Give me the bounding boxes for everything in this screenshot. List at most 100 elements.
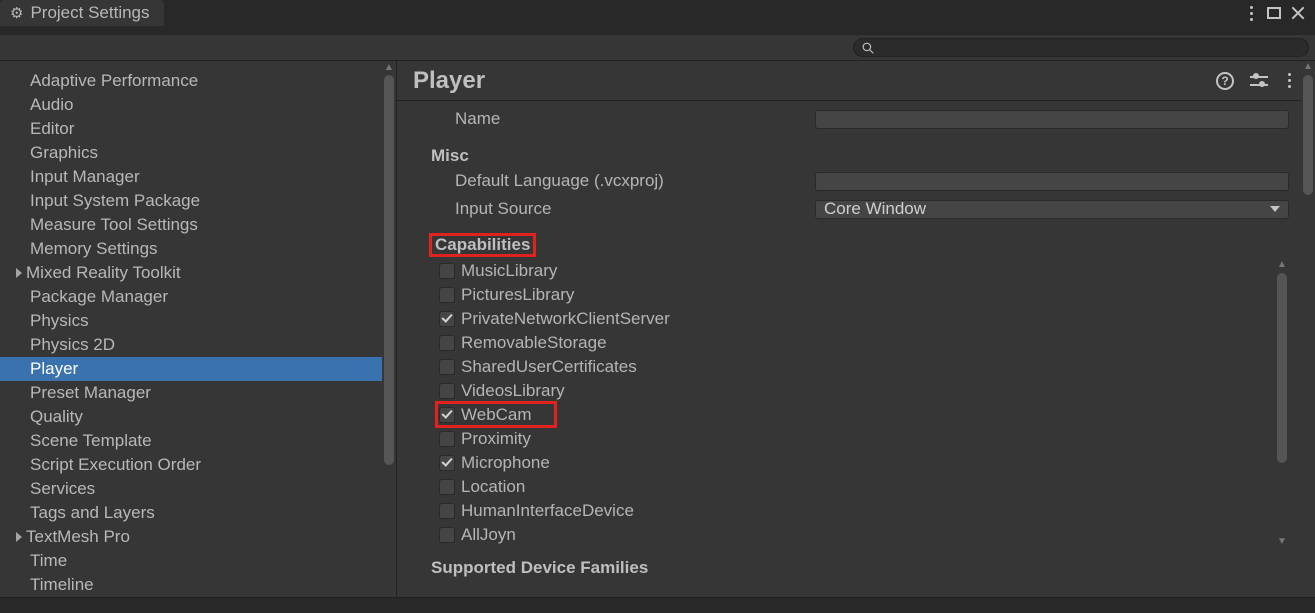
titlebar: ⚙ Project Settings — [0, 0, 1315, 34]
input-source-select[interactable]: Core Window — [815, 200, 1289, 219]
capability-checkbox[interactable] — [439, 479, 455, 495]
sidebar-scroll-thumb[interactable] — [384, 75, 394, 465]
sidebar-item-package-manager[interactable]: Package Manager — [0, 285, 396, 309]
sidebar-item-label: Mixed Reality Toolkit — [26, 263, 181, 282]
capability-label: HumanInterfaceDevice — [461, 501, 634, 521]
capability-label: VideosLibrary — [461, 381, 565, 401]
sidebar-item-tags-and-layers[interactable]: Tags and Layers — [0, 501, 396, 525]
gear-icon: ⚙ — [10, 6, 23, 21]
sidebar-item-input-system-package[interactable]: Input System Package — [0, 189, 396, 213]
sidebar-item-label: Audio — [30, 95, 73, 114]
capability-location: Location — [439, 475, 1289, 499]
capabilities-scroll-thumb[interactable] — [1277, 273, 1287, 463]
sidebar-item-graphics[interactable]: Graphics — [0, 141, 396, 165]
sidebar-item-label: Graphics — [30, 143, 98, 162]
sidebar-item-editor[interactable]: Editor — [0, 117, 396, 141]
capability-humaninterfacedevice: HumanInterfaceDevice — [439, 499, 1289, 523]
kebab-menu-icon[interactable] — [1246, 2, 1257, 25]
sidebar-item-label: Script Execution Order — [30, 455, 201, 474]
sidebar-item-mixed-reality-toolkit[interactable]: Mixed Reality Toolkit — [0, 261, 396, 285]
sidebar-item-adaptive-performance[interactable]: Adaptive Performance — [0, 69, 396, 93]
name-label: Name — [455, 109, 805, 129]
capability-pictureslibrary: PicturesLibrary — [439, 283, 1289, 307]
sidebar-item-label: Tags and Layers — [30, 503, 155, 522]
default-language-field[interactable] — [815, 172, 1289, 191]
input-source-label: Input Source — [455, 199, 805, 219]
capability-label: RemovableStorage — [461, 333, 607, 353]
close-icon[interactable] — [1291, 6, 1305, 20]
sidebar-item-label: TextMesh Pro — [26, 527, 130, 546]
capability-label: MusicLibrary — [461, 261, 557, 281]
tab-title: Project Settings — [30, 3, 149, 23]
sidebar-item-scene-template[interactable]: Scene Template — [0, 429, 396, 453]
capability-checkbox[interactable] — [439, 263, 455, 279]
sidebar-item-label: Input Manager — [30, 167, 140, 186]
check-icon — [441, 311, 452, 322]
sidebar-item-services[interactable]: Services — [0, 477, 396, 501]
supported-device-families-heading: Supported Device Families — [431, 558, 648, 577]
sidebar-item-label: Editor — [30, 119, 74, 138]
help-icon[interactable]: ? — [1216, 72, 1234, 90]
status-bar — [0, 597, 1315, 613]
capability-checkbox[interactable] — [439, 335, 455, 351]
capabilities-heading: Capabilities — [431, 235, 534, 255]
sidebar-item-time[interactable]: Time — [0, 549, 396, 573]
content-scrollbar[interactable]: ▲ ▼ — [1301, 101, 1315, 610]
expand-icon — [16, 268, 22, 278]
search-input[interactable] — [853, 38, 1309, 57]
capability-checkbox[interactable] — [439, 503, 455, 519]
sidebar-item-script-execution-order[interactable]: Script Execution Order — [0, 453, 396, 477]
capability-webcam: WebCam — [439, 403, 1289, 427]
panel-menu-icon[interactable] — [1284, 69, 1295, 92]
content-scroll-thumb[interactable] — [1303, 101, 1313, 195]
capability-checkbox[interactable] — [439, 431, 455, 447]
preset-icon[interactable] — [1250, 73, 1268, 89]
capability-alljoyn: AllJoyn — [439, 523, 1289, 547]
name-field[interactable] — [815, 110, 1289, 129]
default-language-label: Default Language (.vcxproj) — [455, 171, 805, 191]
sidebar-item-label: Player — [30, 359, 78, 378]
scroll-up-arrow[interactable]: ▲ — [382, 61, 396, 75]
sidebar-item-input-manager[interactable]: Input Manager — [0, 165, 396, 189]
sidebar-item-timeline[interactable]: Timeline — [0, 573, 396, 597]
capability-videoslibrary: VideosLibrary — [439, 379, 1289, 403]
sidebar-item-label: Adaptive Performance — [30, 71, 198, 90]
sidebar-item-textmesh-pro[interactable]: TextMesh Pro — [0, 525, 396, 549]
capability-label: Microphone — [461, 453, 550, 473]
capability-label: PicturesLibrary — [461, 285, 574, 305]
sidebar-item-label: Scene Template — [30, 431, 152, 450]
capability-checkbox[interactable] — [439, 359, 455, 375]
capability-checkbox[interactable] — [439, 455, 455, 471]
sidebar-item-physics-2d[interactable]: Physics 2D — [0, 333, 396, 357]
capability-proximity: Proximity — [439, 427, 1289, 451]
capability-privatenetworkclientserver: PrivateNetworkClientServer — [439, 307, 1289, 331]
cap-scroll-up-arrow[interactable]: ▲ — [1275, 259, 1289, 270]
sidebar-item-memory-settings[interactable]: Memory Settings — [0, 237, 396, 261]
capability-label: AllJoyn — [461, 525, 516, 545]
sidebar-item-measure-tool-settings[interactable]: Measure Tool Settings — [0, 213, 396, 237]
sidebar-item-preset-manager[interactable]: Preset Manager — [0, 381, 396, 405]
page-title: Player — [413, 67, 485, 95]
sidebar-item-audio[interactable]: Audio — [0, 93, 396, 117]
sidebar-item-label: Physics 2D — [30, 335, 115, 354]
sidebar-scrollbar[interactable]: ▲ ▼ — [382, 61, 396, 610]
content-panel: Player ? Name Misc — [397, 61, 1315, 610]
capability-checkbox[interactable] — [439, 287, 455, 303]
sidebar-item-physics[interactable]: Physics — [0, 309, 396, 333]
capability-label: PrivateNetworkClientServer — [461, 309, 670, 329]
sidebar-item-quality[interactable]: Quality — [0, 405, 396, 429]
cap-scroll-down-arrow[interactable]: ▼ — [1275, 536, 1289, 547]
sidebar-item-label: Physics — [30, 311, 89, 330]
project-settings-tab[interactable]: ⚙ Project Settings — [0, 0, 164, 26]
sidebar-item-player[interactable]: Player — [0, 357, 396, 381]
capability-label: Location — [461, 477, 525, 497]
capability-checkbox[interactable] — [439, 311, 455, 327]
sidebar-item-label: Package Manager — [30, 287, 168, 306]
capabilities-scrollbar[interactable]: ▲ ▼ — [1275, 259, 1289, 547]
capability-checkbox[interactable] — [439, 527, 455, 543]
input-source-value: Core Window — [824, 199, 926, 219]
sidebar-item-label: Quality — [30, 407, 83, 426]
maximize-icon[interactable] — [1267, 7, 1281, 19]
capability-checkbox[interactable] — [439, 383, 455, 399]
capability-checkbox[interactable] — [439, 407, 455, 423]
